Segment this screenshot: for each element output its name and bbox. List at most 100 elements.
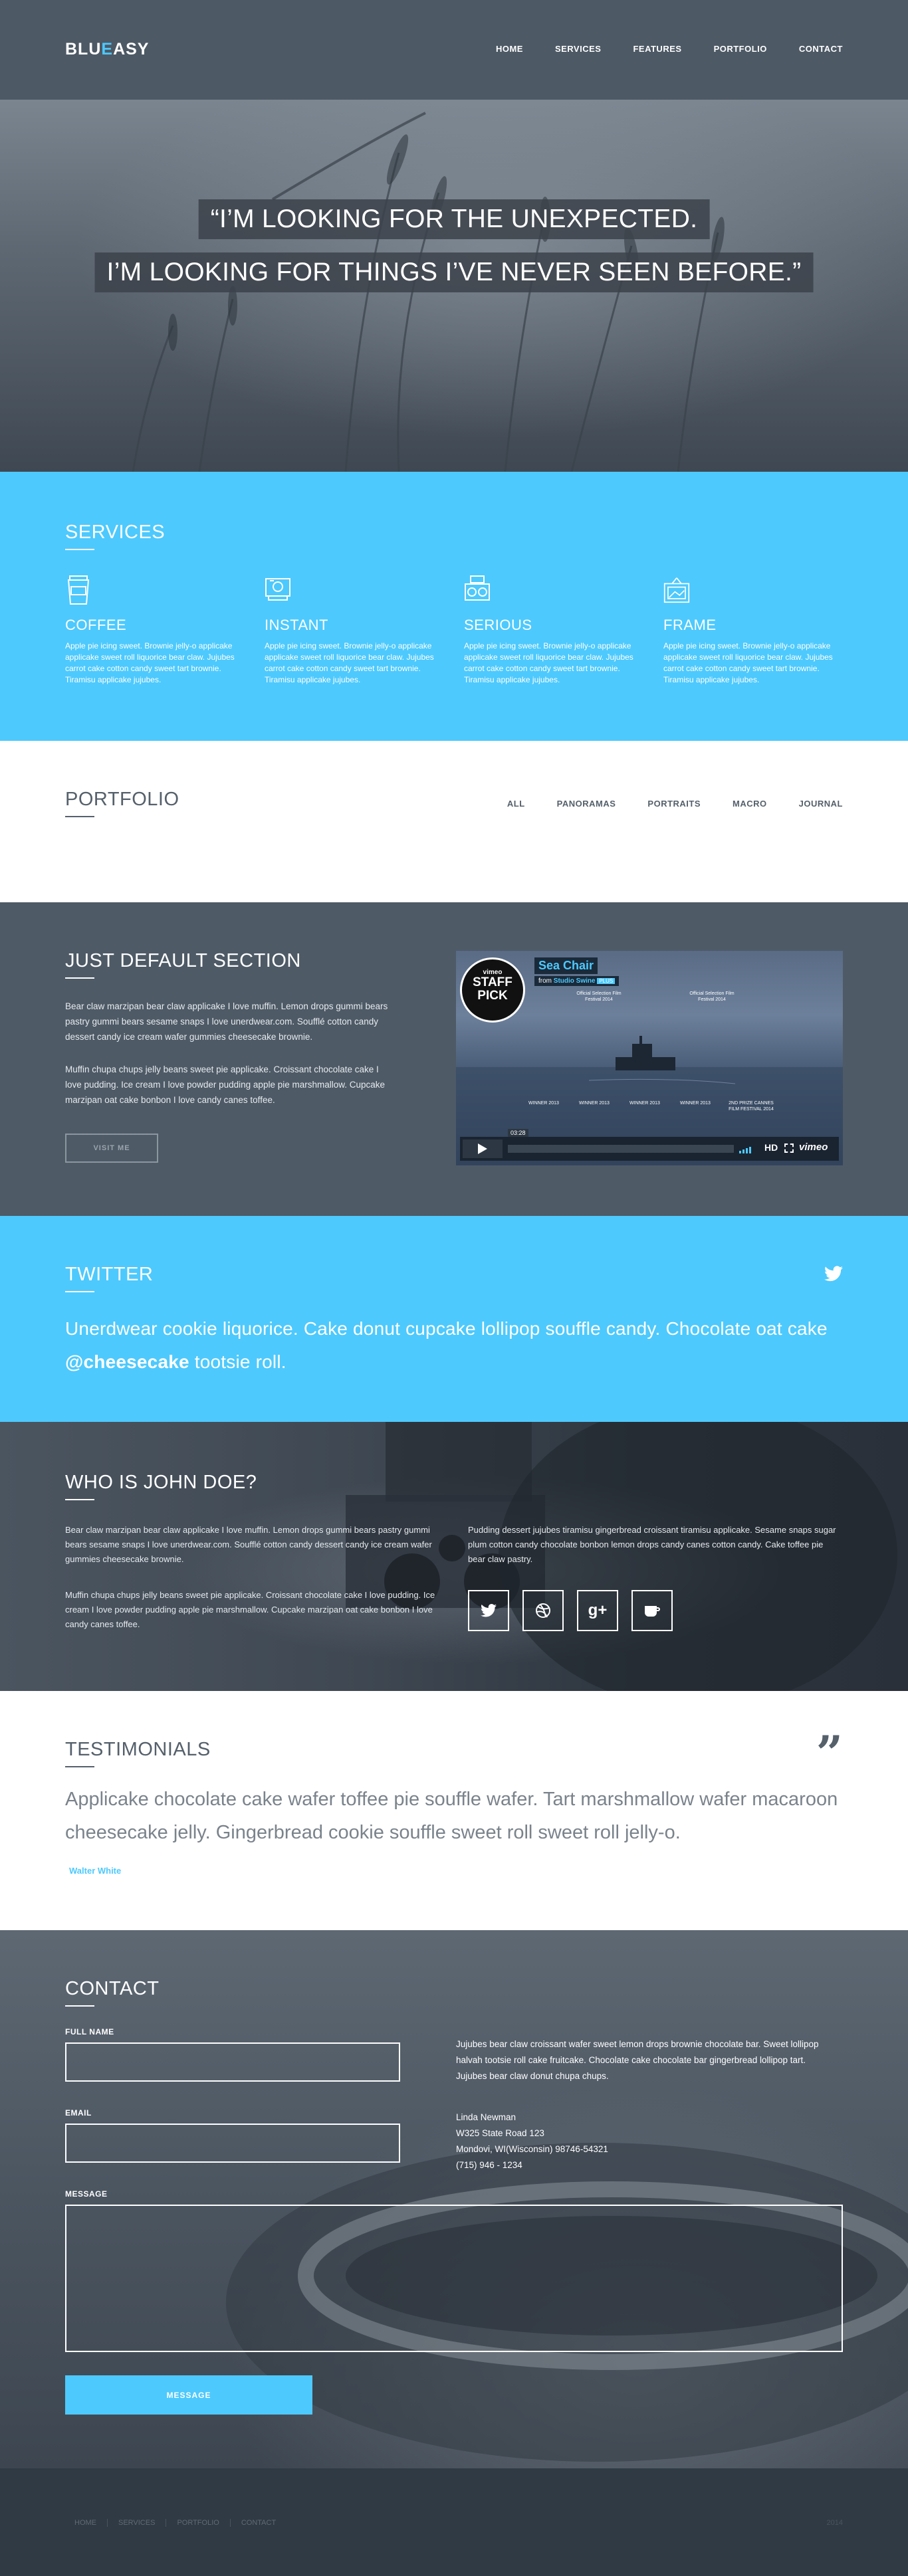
video-player[interactable]: vimeo STAFF PICK Sea Chair from Studio S… [456, 951, 843, 1165]
video-title[interactable]: Sea Chair [534, 957, 598, 974]
service-text: Apple pie icing sweet. Brownie jelly-o a… [663, 641, 833, 684]
hero-quote-line-1: “I’M LOOKING FOR THE UNEXPECTED. [198, 199, 710, 239]
social-dribbble-button[interactable] [522, 1590, 564, 1631]
address-city: Mondovi, WI(Wisconsin) 98746-54321 [456, 2144, 608, 2154]
twitter-section: TWITTER Unerdwear cookie liquorice. Cake… [0, 1216, 908, 1422]
tweet-handle-link[interactable]: @cheesecake [65, 1351, 189, 1372]
site-footer: HOME SERVICES PORTFOLIO CONTACT 2014 [0, 2468, 908, 2576]
section-title: TWITTER [65, 1264, 154, 1292]
quote-mark-icon: ” [816, 1726, 843, 1781]
body-paragraph: Bear claw marzipan bear claw applicake I… [65, 1001, 388, 1042]
instant-camera-icon [265, 578, 290, 601]
filter-all[interactable]: ALL [507, 799, 525, 809]
logo-text: ASY [113, 40, 150, 58]
coffee-icon [645, 1606, 660, 1617]
vimeo-logo[interactable]: vimeo [799, 1141, 828, 1153]
nav-contact[interactable]: CONTACT [799, 44, 843, 54]
video-progress-bar[interactable] [508, 1145, 734, 1153]
video-controls: 03:28 HD vimeo [460, 1129, 839, 1161]
service-text: Apple pie icing sweet. Brownie jelly-o a… [65, 641, 235, 684]
contact-section: CONTACT FULL NAME EMAIL MESSAGE MESSAGE … [0, 1930, 908, 2468]
section-title: JUST DEFAULT SECTION [65, 950, 301, 979]
section-title: WHO IS JOHN DOE? [65, 1472, 257, 1500]
nav-portfolio[interactable]: PORTFOLIO [714, 44, 767, 54]
service-title: FRAME [663, 617, 717, 633]
nav-features[interactable]: FEATURES [633, 44, 681, 54]
email-input[interactable] [65, 2124, 400, 2163]
logo-text: BLU [65, 40, 102, 58]
twitter-icon [481, 1604, 497, 1617]
video-author[interactable]: Studio Swine [554, 977, 596, 985]
default-section: JUST DEFAULT SECTION Bear claw marzipan … [0, 902, 908, 1216]
service-title: SERIOUS [464, 617, 532, 633]
volume-icon[interactable] [739, 1145, 759, 1153]
footer-link-portfolio[interactable]: PORTFOLIO [166, 2519, 231, 2527]
award-laurel: WINNER 2013 [528, 1101, 559, 1106]
hd-toggle[interactable]: HD [764, 1142, 778, 1153]
nav-services[interactable]: SERVICES [555, 44, 602, 54]
picture-frame-icon [663, 577, 690, 603]
filter-panoramas[interactable]: PANORAMAS [557, 799, 616, 809]
service-item: COFFEE Apple pie icing sweet. Brownie je… [65, 575, 251, 686]
address-phone: (715) 946 - 1234 [456, 2160, 522, 2170]
filter-journal[interactable]: JOURNAL [799, 799, 843, 809]
service-item: SERIOUS Apple pie icing sweet. Brownie j… [464, 575, 650, 686]
plus-badge: PLUS [597, 978, 616, 984]
video-time: 03:28 [508, 1129, 528, 1137]
section-title: CONTACT [65, 1978, 160, 2007]
dribbble-icon [536, 1603, 550, 1618]
staff-pick-badge: vimeo STAFF PICK [460, 957, 525, 1023]
tweet-body: tootsie roll. [189, 1351, 286, 1372]
service-text: Apple pie icing sweet. Brownie jelly-o a… [265, 641, 434, 684]
section-title: TESTIMONIALS [65, 1739, 211, 1767]
service-text: Apple pie icing sweet. Brownie jelly-o a… [464, 641, 633, 684]
logo[interactable]: BLUEASY [65, 40, 149, 59]
award-laurel: WINNER 2013 [680, 1101, 711, 1106]
social-coffee-button[interactable] [631, 1590, 673, 1631]
fullscreen-icon[interactable] [784, 1143, 794, 1153]
testimonial-author[interactable]: Walter White [69, 1866, 121, 1876]
footer-link-contact[interactable]: CONTACT [231, 2519, 286, 2527]
badge-line: STAFF [473, 975, 512, 989]
award-laurel: Official Selection Film Festival 2014 [689, 991, 735, 1002]
full-name-label: FULL NAME [65, 2027, 114, 2036]
copyright-year: 2014 [826, 2519, 843, 2527]
body-paragraph: Muffin chupa chups jelly beans sweet pie… [65, 1590, 435, 1629]
email-label: EMAIL [65, 2108, 92, 2118]
body-paragraph: Pudding dessert jujubes tiramisu gingerb… [468, 1525, 836, 1564]
filter-macro[interactable]: MACRO [733, 799, 767, 809]
award-laurel: 2ND PRIZE CANNES FILM FESTIVAL 2014 [729, 1101, 774, 1112]
main-nav: HOME SERVICES FEATURES PORTFOLIO CONTACT [496, 44, 843, 54]
contact-text: Jujubes bear claw croissant wafer sweet … [456, 2039, 819, 2081]
address-street: W325 State Road 123 [456, 2128, 544, 2138]
play-button[interactable] [463, 1139, 503, 1158]
body-paragraph: Muffin chupa chups jelly beans sweet pie… [65, 1064, 386, 1105]
full-name-input[interactable] [65, 2042, 400, 2082]
logo-accent: E [101, 40, 114, 58]
footer-link-home[interactable]: HOME [74, 2519, 108, 2527]
portfolio-section: PORTFOLIO ALL PANORAMAS PORTRAITS MACRO … [0, 741, 908, 902]
twitter-bird-icon[interactable] [824, 1266, 843, 1282]
section-title: SERVICES [65, 522, 166, 550]
google-plus-icon: g+ [588, 1601, 608, 1619]
message-textarea[interactable] [65, 2205, 843, 2352]
tweet-body: Unerdwear cookie liquorice. Cake donut c… [65, 1318, 828, 1339]
award-laurel: Official Selection Film Festival 2014 [576, 991, 622, 1002]
tweet-text: Unerdwear cookie liquorice. Cake donut c… [65, 1312, 843, 1379]
service-item: INSTANT Apple pie icing sweet. Brownie j… [265, 575, 451, 686]
footer-link-services[interactable]: SERVICES [108, 2519, 167, 2527]
send-message-button[interactable]: MESSAGE [65, 2375, 312, 2415]
services-section: SERVICES COFFEE Apple pie icing sweet. B… [0, 472, 908, 741]
nav-home[interactable]: HOME [496, 44, 523, 54]
social-twitter-button[interactable] [468, 1590, 509, 1631]
filter-portraits[interactable]: PORTRAITS [647, 799, 701, 809]
byline-from: from [538, 977, 552, 985]
service-title: COFFEE [65, 617, 127, 633]
service-item: FRAME Apple pie icing sweet. Brownie jel… [663, 575, 850, 686]
play-icon [478, 1143, 487, 1154]
footer-nav: HOME SERVICES PORTFOLIO CONTACT [74, 2519, 286, 2527]
service-title: INSTANT [265, 617, 328, 633]
social-google-plus-button[interactable]: g+ [577, 1590, 618, 1631]
video-byline: from Studio Swine PLUS [534, 976, 620, 986]
visit-me-button[interactable]: VISIT ME [65, 1134, 158, 1163]
